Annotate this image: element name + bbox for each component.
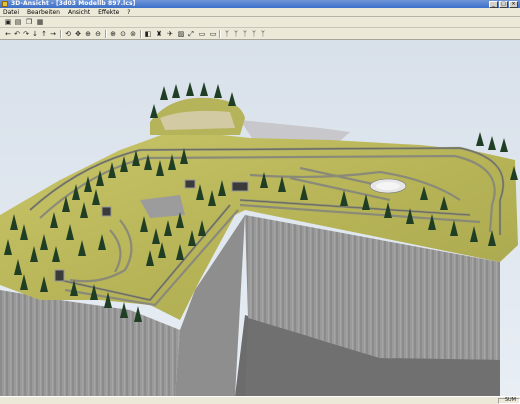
toolbar-separator [219, 30, 221, 38]
signal5-icon[interactable]: ᛉ [259, 30, 267, 38]
fullscreen-icon[interactable]: ⤢ [187, 30, 195, 38]
toolbar-separator [140, 30, 142, 38]
turn-left-icon[interactable]: ↶ [13, 30, 21, 38]
navigation-toolbar: ← ↶ ↷ ↓ ↑ → ⟲ ✥ ⊕ ⊖ ⊕ ⊙ ⊚ ◧ ♜ ✈ ▨ ⤢ ▭ ▭ … [0, 28, 520, 40]
zoom-in-icon[interactable]: ⊕ [109, 30, 117, 38]
tunnel-portal [231, 181, 249, 192]
train2-icon[interactable]: ▭ [209, 30, 217, 38]
file-toolbar: ▣ ▤ ❐ ▦ [0, 17, 520, 28]
window-controls: _ □ × [489, 0, 518, 8]
zoom-out-icon[interactable]: ⊖ [94, 30, 102, 38]
app-icon [2, 1, 8, 7]
menu-help[interactable]: ? [127, 8, 130, 16]
zoom-all-icon[interactable]: ⊚ [129, 30, 137, 38]
zoom-fit-icon[interactable]: ⊙ [119, 30, 127, 38]
close-button[interactable]: × [509, 0, 518, 8]
arrow-left-icon[interactable]: ← [4, 30, 12, 38]
fly-icon[interactable]: ✈ [166, 30, 174, 38]
scenery-icon[interactable]: ▨ [177, 30, 185, 38]
window-title: 3D-Ansicht - [3d03 Modellb 897.lcs] [11, 0, 136, 7]
save-icon[interactable]: ▣ [4, 18, 12, 26]
arrow-down-icon[interactable]: ↓ [31, 30, 39, 38]
camera-icon[interactable]: ◧ [144, 30, 152, 38]
turntable-center [376, 182, 400, 190]
zoom-icon[interactable]: ⊕ [84, 30, 92, 38]
menu-effekte[interactable]: Effekte [98, 8, 119, 16]
signal3-icon[interactable]: ᛉ [241, 30, 249, 38]
arrow-right-icon[interactable]: → [49, 30, 57, 38]
signal1-icon[interactable]: ᛉ [223, 30, 231, 38]
3d-viewport[interactable] [0, 40, 520, 396]
status-bar: SUM [0, 396, 520, 404]
turn-right-icon[interactable]: ↷ [22, 30, 30, 38]
maximize-button[interactable]: □ [499, 0, 508, 8]
title-bar: 3D-Ansicht - [3d03 Modellb 897.lcs] _ □ … [0, 0, 520, 8]
menu-bar: Datei Bearbeiten Ansicht Effekte ? [0, 8, 520, 17]
toolbar-separator [105, 30, 107, 38]
minimize-button[interactable]: _ [489, 0, 498, 8]
menu-datei[interactable]: Datei [3, 8, 19, 16]
arrow-up-icon[interactable]: ↑ [40, 30, 48, 38]
copy-icon[interactable]: ❐ [25, 18, 33, 26]
walk-icon[interactable]: ♜ [155, 30, 163, 38]
train1-icon[interactable]: ▭ [198, 30, 206, 38]
pan-icon[interactable]: ✥ [74, 30, 82, 38]
menu-ansicht[interactable]: Ansicht [68, 8, 90, 16]
print-icon[interactable]: ▤ [14, 18, 22, 26]
menu-bearbeiten[interactable]: Bearbeiten [27, 8, 60, 16]
toolbar-separator [60, 30, 62, 38]
tunnel-portal [101, 206, 112, 217]
orbit-icon[interactable]: ⟲ [64, 30, 72, 38]
export-icon[interactable]: ▦ [36, 18, 44, 26]
tunnel-portal [184, 179, 196, 189]
layout-3d-render [0, 40, 520, 396]
tunnel-portal [54, 269, 65, 282]
signal2-icon[interactable]: ᛉ [232, 30, 240, 38]
signal4-icon[interactable]: ᛉ [250, 30, 258, 38]
status-indicator: SUM [504, 397, 516, 403]
